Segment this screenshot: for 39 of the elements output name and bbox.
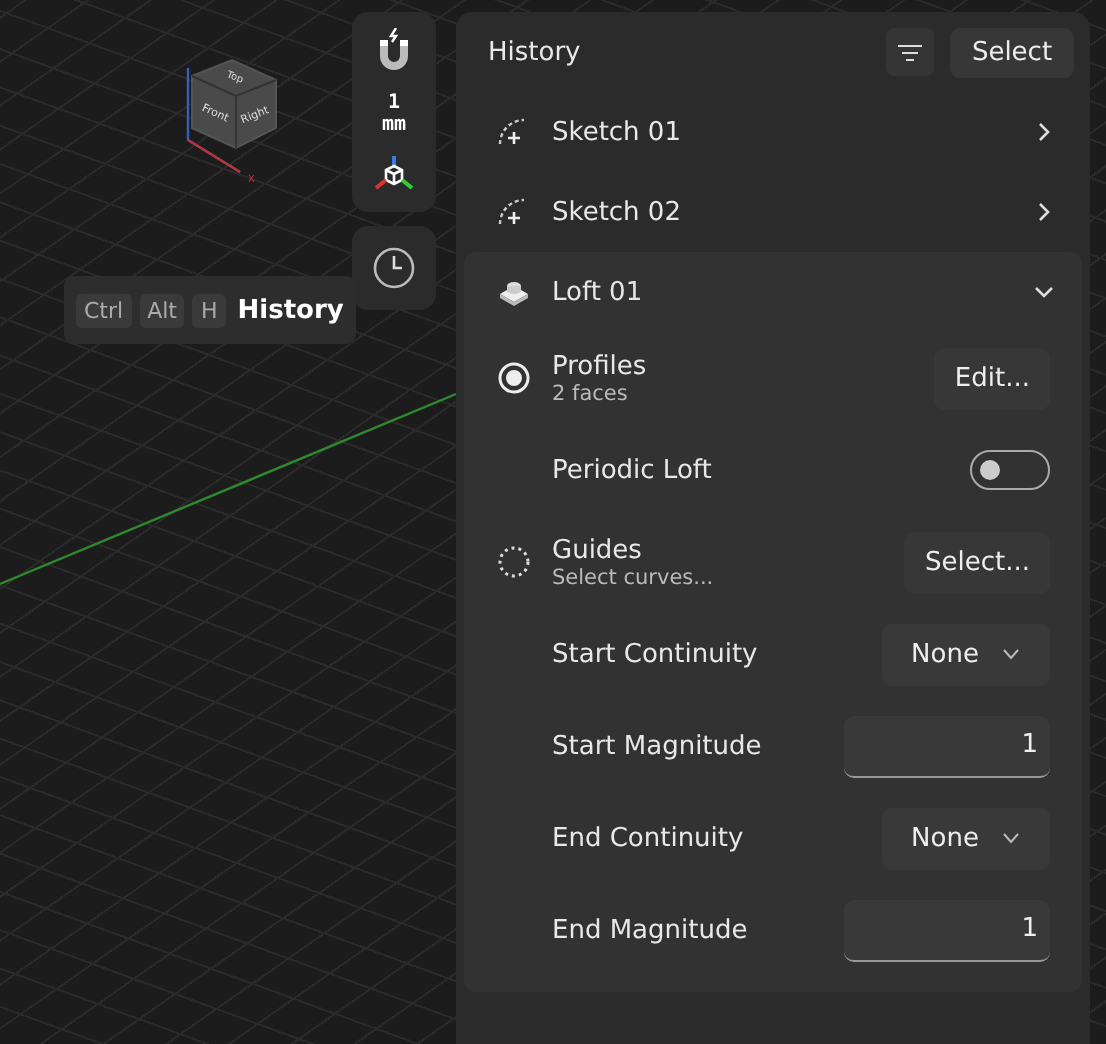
property-label: End Magnitude <box>552 915 750 945</box>
snap-unit[interactable]: mm <box>381 114 407 136</box>
property-label: Periodic Loft <box>552 455 714 485</box>
dropdown[interactable]: None <box>882 807 1050 869</box>
chevron-right-icon[interactable] <box>1034 202 1054 222</box>
snap-value[interactable]: 1 <box>387 92 400 114</box>
tooltip-label: History <box>237 295 344 325</box>
history-item[interactable]: Sketch 01 <box>464 92 1082 172</box>
property-detail: Select curves... <box>552 565 716 589</box>
magnet-icon[interactable] <box>376 28 412 72</box>
number-field[interactable]: 1 <box>844 715 1050 777</box>
dotted-circle-icon[interactable] <box>496 544 532 580</box>
property-button[interactable]: Edit... <box>934 347 1050 409</box>
toggle-switch[interactable] <box>970 450 1050 490</box>
clock-icon <box>372 246 416 290</box>
select-button[interactable]: Select <box>950 27 1074 77</box>
property-label: Start Magnitude <box>552 731 764 761</box>
property-label: End Continuity <box>552 823 746 853</box>
property-label: Start Continuity <box>552 639 760 669</box>
number-field[interactable]: 1 <box>844 899 1050 961</box>
history-button[interactable] <box>352 226 436 310</box>
shortcut-key: Ctrl <box>76 293 132 327</box>
shortcut-key: Alt <box>139 293 185 327</box>
property-label: Guides <box>552 535 644 565</box>
chevron-down-icon[interactable] <box>1034 282 1054 302</box>
property-detail: 2 faces <box>552 381 630 405</box>
property-label: Profiles <box>552 351 649 381</box>
dropdown[interactable]: None <box>882 623 1050 685</box>
filter-icon <box>898 43 922 61</box>
chevron-down-icon <box>1002 648 1021 660</box>
radio-icon[interactable] <box>496 360 532 396</box>
chevron-right-icon[interactable] <box>1034 122 1054 142</box>
panel-title: History <box>488 37 583 67</box>
property-button[interactable]: Select... <box>904 531 1050 593</box>
shortcut-key: H <box>192 293 226 327</box>
history-item[interactable]: Loft 01 <box>464 252 1082 332</box>
filter-button[interactable] <box>886 28 934 76</box>
chevron-down-icon <box>1002 832 1021 844</box>
history-item[interactable]: Sketch 02 <box>464 172 1082 252</box>
